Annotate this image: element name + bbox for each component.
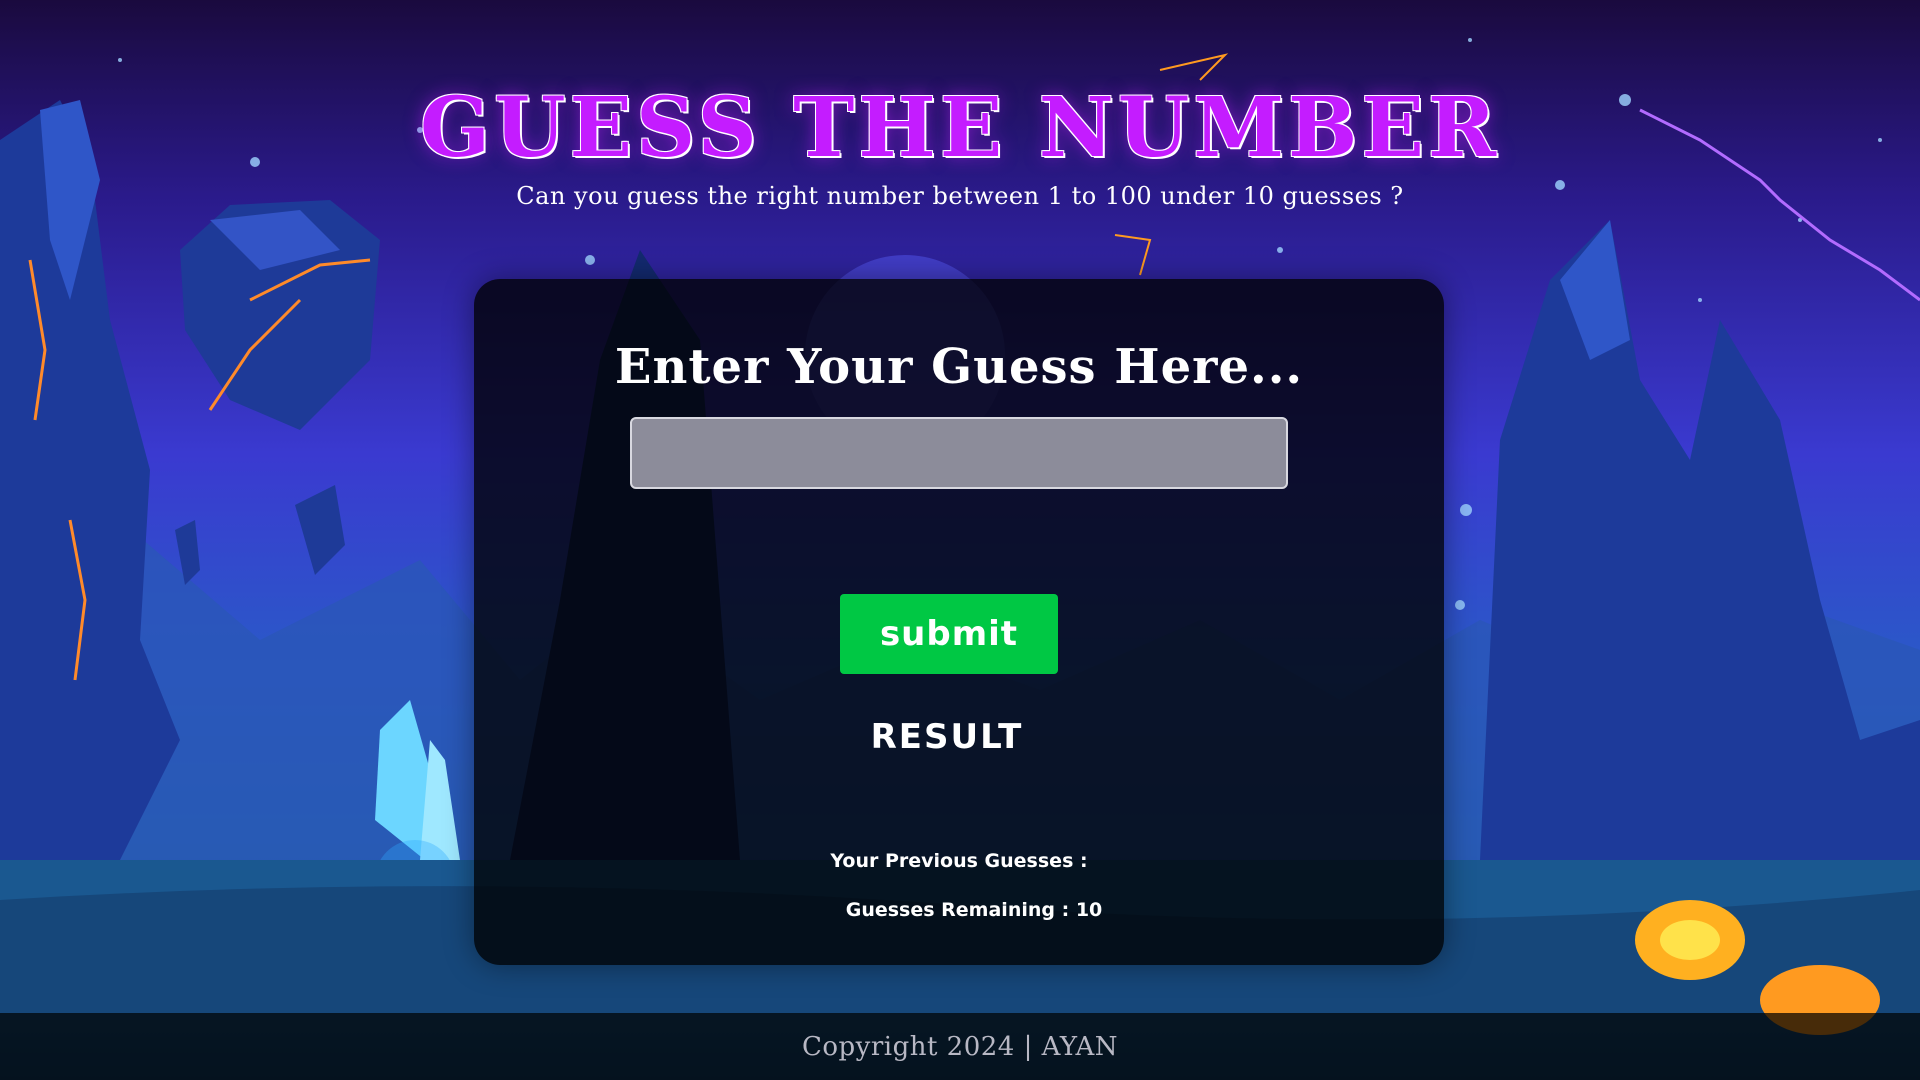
game-page: GUESS THE NUMBER Can you guess the right… [0,0,1920,1080]
page-subtitle: Can you guess the right number between 1… [516,182,1404,210]
previous-guesses-label: Your Previous Guesses : [830,850,1088,872]
header: GUESS THE NUMBER Can you guess the right… [0,78,1920,210]
game-card: Enter Your Guess Here... submit RESULT Y… [474,279,1444,965]
footer: Copyright 2024 | AYAN [0,1013,1920,1080]
guesses-remaining: Guesses Remaining : 10 [845,899,1103,921]
guess-prompt: Enter Your Guess Here... [614,339,1304,395]
page-title: GUESS THE NUMBER [420,80,1500,176]
guess-input[interactable] [630,417,1288,489]
submit-button[interactable]: submit [840,594,1058,674]
result-text: RESULT [870,717,1024,757]
copyright-text: Copyright 2024 | AYAN [801,1031,1119,1062]
